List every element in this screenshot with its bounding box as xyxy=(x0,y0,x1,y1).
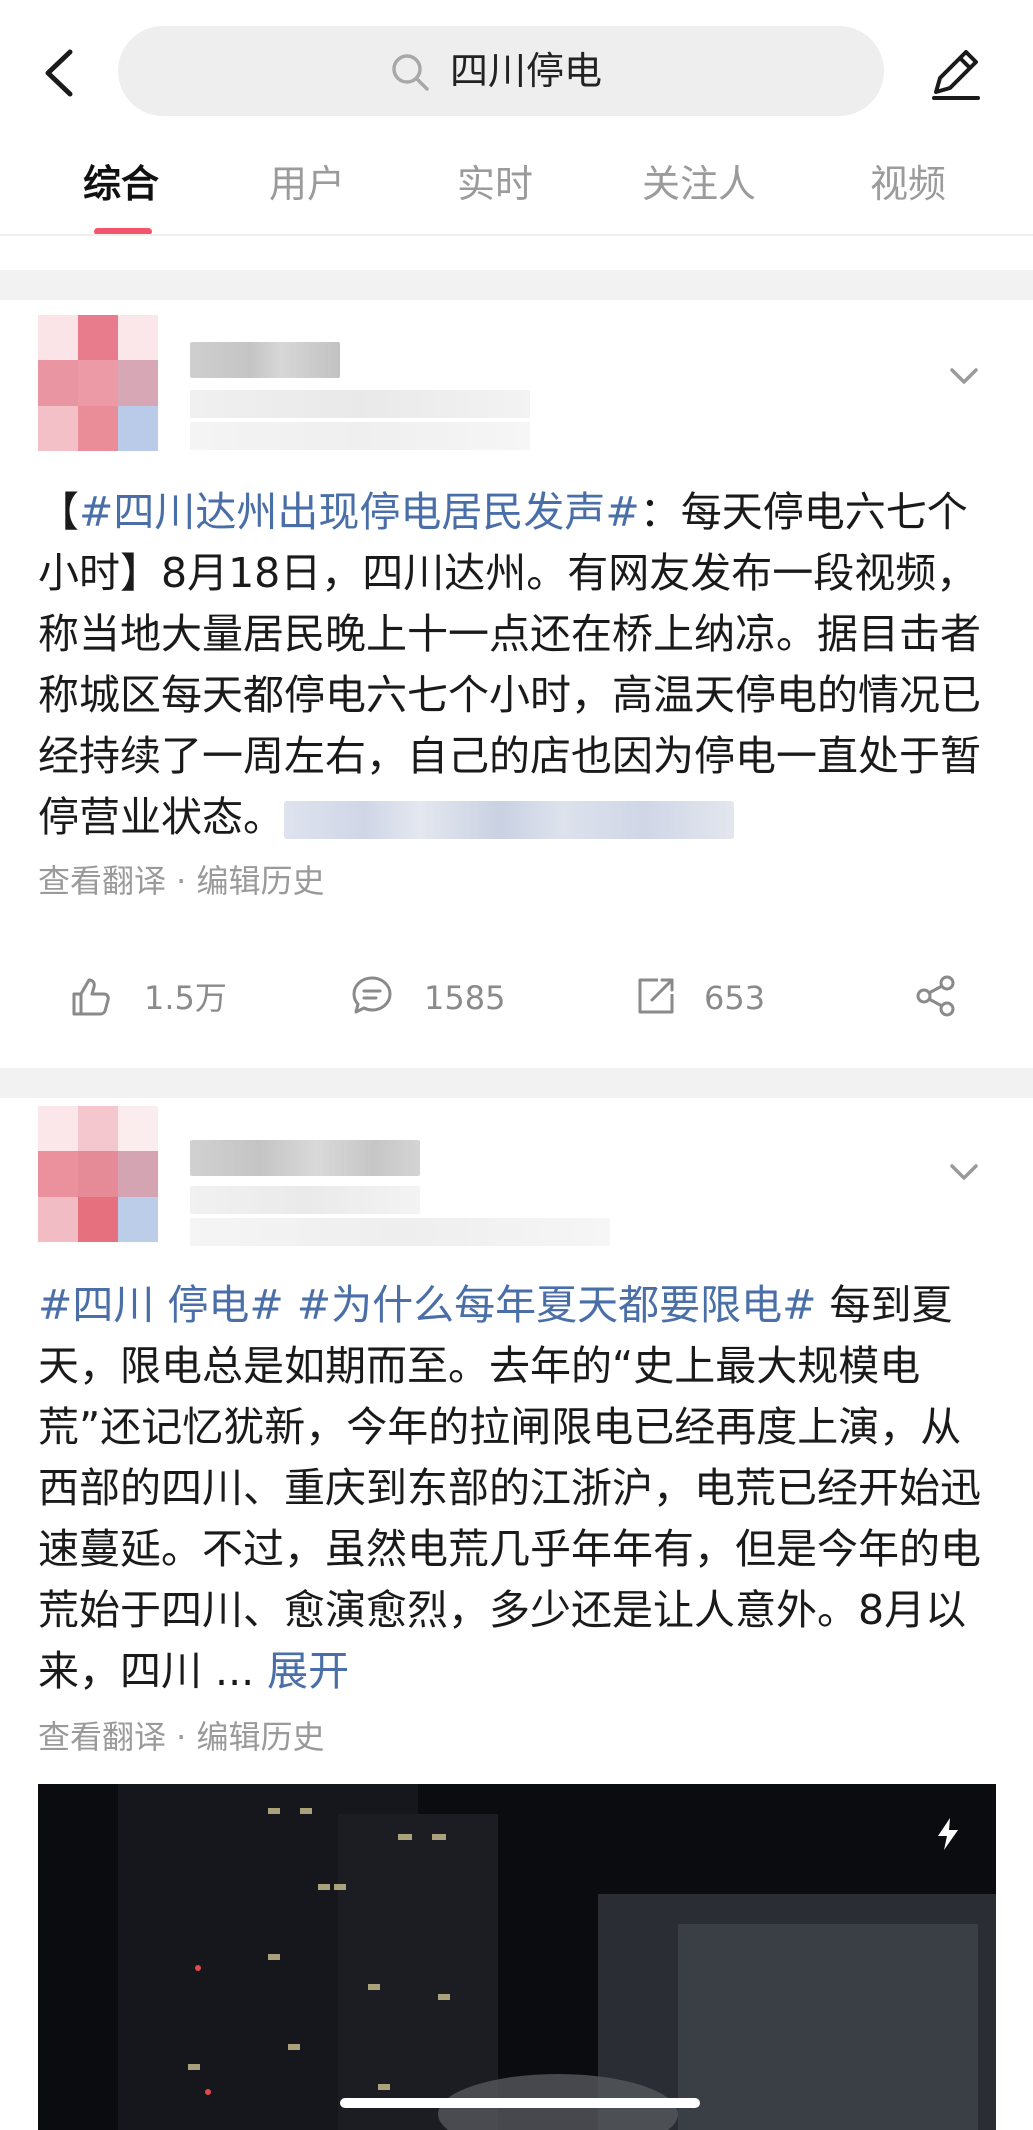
search-icon xyxy=(388,50,432,94)
comment-icon xyxy=(352,976,392,1014)
comment-button[interactable] xyxy=(350,974,394,1018)
post-source xyxy=(190,1218,610,1246)
hashtag-link[interactable]: #四川达州出现停电居民发声# xyxy=(79,488,640,536)
video-thumbnail[interactable] xyxy=(38,1784,996,2130)
post-body: 每到夏天，限电总是如期而至。去年的“史上最大规模电荒”还记忆犹新，今年的拉闸限电… xyxy=(38,1281,981,1695)
post-body: 8月18日，四川达州。有网友发布一段视频，称当地大量居民晚上十一点还在桥上纳凉。… xyxy=(38,549,981,841)
thumbs-up-icon xyxy=(72,978,110,1016)
section-divider xyxy=(0,270,1033,300)
like-count: 1.5万 xyxy=(144,979,227,1017)
pencil-icon xyxy=(932,50,980,100)
back-button[interactable] xyxy=(36,40,86,106)
blurred-link xyxy=(284,801,734,839)
like-button[interactable] xyxy=(68,974,112,1018)
avatar[interactable] xyxy=(38,315,158,451)
bracket-open: 【 xyxy=(38,488,79,536)
chevron-down-icon[interactable] xyxy=(944,356,984,396)
hashtag-link[interactable]: #为什么每年夏天都要限电# xyxy=(297,1281,817,1329)
tab-realtime[interactable]: 实时 xyxy=(457,154,533,214)
lightning-icon xyxy=(928,1814,968,1854)
chevron-left-icon xyxy=(45,49,73,97)
username[interactable] xyxy=(190,342,340,378)
search-input[interactable]: 四川停电 xyxy=(450,44,602,98)
tab-following[interactable]: 关注人 xyxy=(642,154,756,214)
tab-divider xyxy=(0,234,1033,236)
post-timestamp xyxy=(190,1186,420,1214)
post-content: 【#四川达州出现停电居民发声#：每天停电六七个小时】8月18日，四川达州。有网友… xyxy=(38,482,996,848)
expand-link[interactable]: 展开 xyxy=(267,1647,349,1695)
share-nodes-icon xyxy=(916,975,955,1017)
translate-history-links[interactable]: 查看翻译 · 编辑历史 xyxy=(38,856,325,902)
avatar[interactable] xyxy=(38,1106,158,1242)
home-indicator xyxy=(340,2098,700,2108)
section-divider xyxy=(0,1068,1033,1098)
post-timestamp xyxy=(190,390,530,418)
share-button[interactable] xyxy=(914,974,958,1018)
repost-button[interactable] xyxy=(634,974,678,1018)
comment-count: 1585 xyxy=(424,979,506,1017)
translate-history-links[interactable]: 查看翻译 · 编辑历史 xyxy=(38,1712,325,1758)
tab-users[interactable]: 用户 xyxy=(269,154,345,214)
edit-button[interactable] xyxy=(922,40,988,106)
share-external-icon xyxy=(638,978,674,1014)
username[interactable] xyxy=(190,1140,420,1176)
post-content: #四川 停电# #为什么每年夏天都要限电# 每到夏天，限电总是如期而至。去年的“… xyxy=(38,1275,996,1702)
hashtag-link[interactable]: #四川 停电# xyxy=(38,1281,284,1329)
repost-count: 653 xyxy=(704,979,766,1017)
tab-video[interactable]: 视频 xyxy=(870,154,946,214)
chevron-down-icon[interactable] xyxy=(944,1152,984,1192)
post-source xyxy=(190,422,530,450)
tab-comprehensive[interactable]: 综合 xyxy=(83,154,159,214)
